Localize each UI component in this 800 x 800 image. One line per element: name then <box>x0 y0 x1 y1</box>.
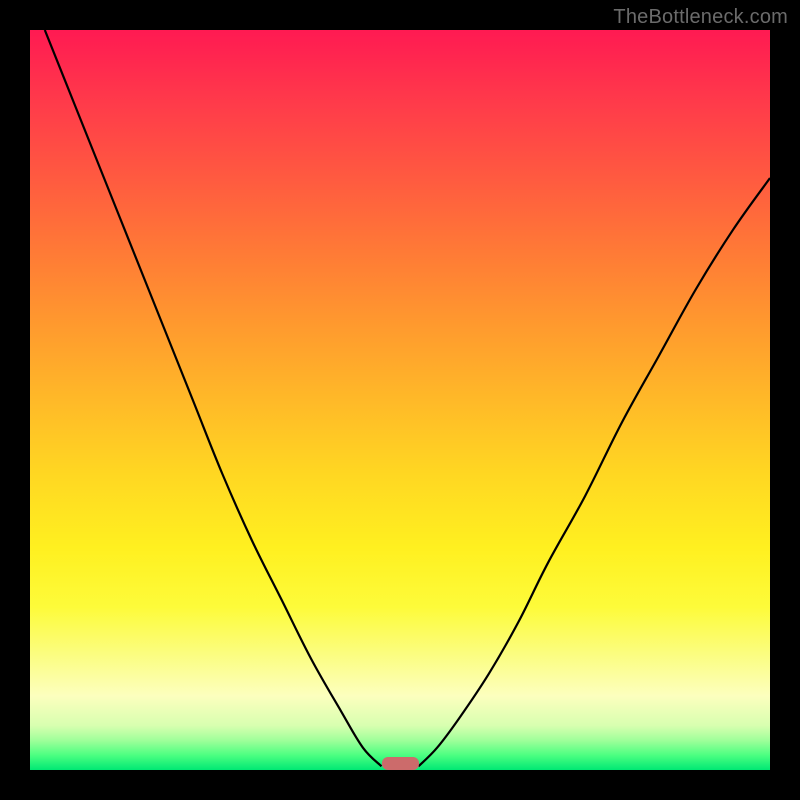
minimum-marker <box>382 757 419 770</box>
right-curve <box>419 178 771 766</box>
left-curve <box>45 30 382 766</box>
plot-area <box>30 30 770 770</box>
curve-layer <box>30 30 770 770</box>
chart-frame: TheBottleneck.com <box>0 0 800 800</box>
watermark-text: TheBottleneck.com <box>613 6 788 29</box>
